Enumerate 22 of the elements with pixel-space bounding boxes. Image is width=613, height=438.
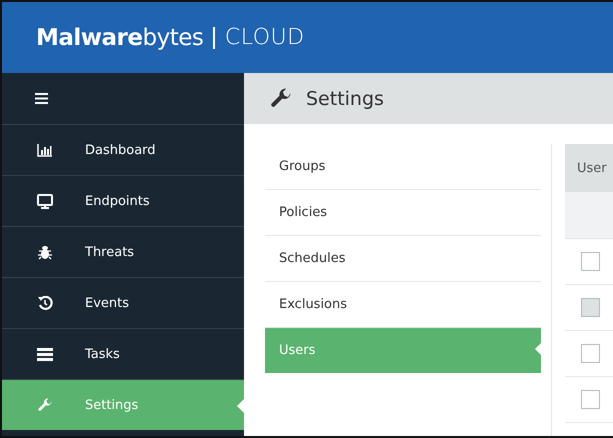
wrench-icon	[270, 88, 292, 110]
menu-icon[interactable]	[35, 93, 48, 104]
row-checkbox[interactable]	[581, 252, 600, 271]
history-icon	[37, 296, 53, 310]
monitor-icon	[37, 194, 53, 208]
nav-item[interactable]: Dashboard	[2, 125, 244, 176]
nav-item[interactable]: Threats	[2, 227, 244, 278]
wrench-icon	[37, 398, 53, 412]
submenu-item[interactable]: Policies	[265, 190, 541, 236]
bug-icon	[37, 244, 53, 260]
submenu-item[interactable]: Schedules	[265, 236, 541, 282]
product-name: CLOUD	[224, 25, 305, 50]
row-checkbox[interactable]	[581, 344, 600, 363]
row-checkbox[interactable]	[581, 390, 600, 409]
submenu-item[interactable]: Groups	[265, 144, 541, 190]
page-title: Settings	[306, 88, 384, 110]
column-header[interactable]: User	[577, 160, 607, 176]
nav-item[interactable]: Events	[2, 278, 244, 329]
bar-chart-icon	[37, 143, 53, 157]
nav-item[interactable]: Endpoints	[2, 176, 244, 227]
tasks-icon	[37, 348, 53, 360]
brand-logo: Malwarebytes	[36, 24, 204, 50]
